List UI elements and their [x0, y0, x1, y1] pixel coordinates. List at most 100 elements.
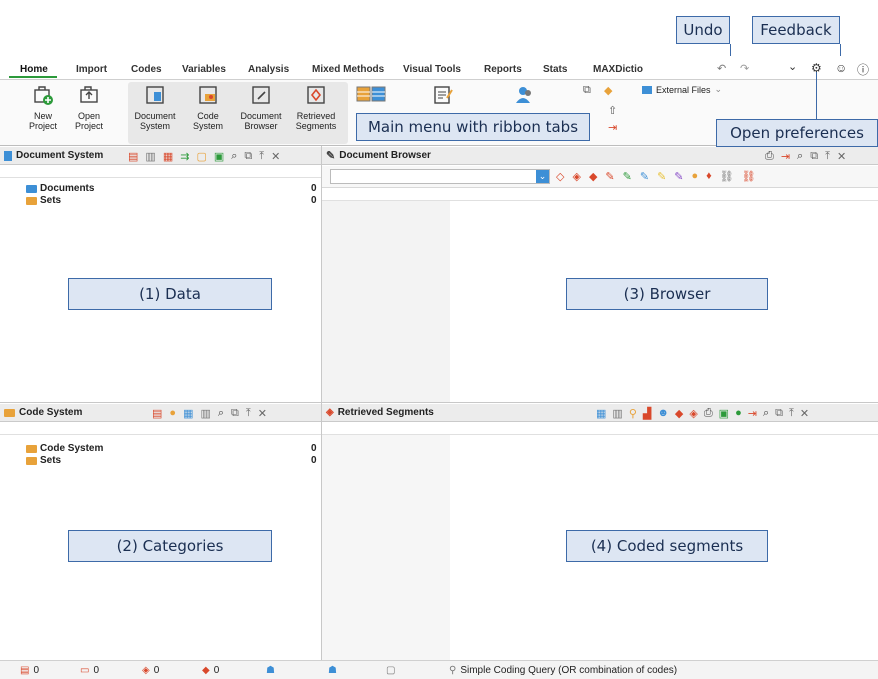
search-icon[interactable]: ⌕	[797, 150, 803, 163]
highlighter-yellow-icon[interactable]: ✎	[657, 170, 666, 183]
document-system-button[interactable]: Document System	[132, 84, 178, 131]
maximize-icon[interactable]: ⤒	[789, 407, 794, 420]
new-project-label-2: Project	[28, 121, 57, 131]
close-icon[interactable]: ✕	[258, 407, 267, 420]
help-icon[interactable]: ⓘ	[857, 61, 869, 78]
smiley-feedback-icon[interactable]: ☺	[835, 61, 847, 75]
maximize-icon[interactable]: ⤒	[259, 150, 264, 163]
unlink-icon[interactable]: ⛓	[742, 170, 756, 183]
code-multi-icon[interactable]: ◈	[689, 407, 697, 420]
people-icon[interactable]: ☻	[657, 407, 669, 420]
close-icon[interactable]: ✕	[800, 407, 809, 420]
merge-icon[interactable]: ◆	[604, 84, 612, 97]
new-code-icon[interactable]: ▤	[152, 407, 162, 420]
table-icon[interactable]: ▦	[596, 407, 606, 420]
tree-row-code-system[interactable]: Code System	[26, 443, 103, 454]
copy-doc-icon[interactable]: ▥	[145, 150, 155, 163]
link-icon[interactable]: ⛓	[720, 170, 734, 183]
tree-row-sets[interactable]: Sets	[26, 195, 61, 206]
status-doc-icon[interactable]: ▢	[386, 665, 395, 676]
code-list-icon[interactable]: ▦	[183, 407, 193, 420]
document-browser-margin	[322, 201, 450, 402]
globe-icon[interactable]: ●	[735, 407, 742, 420]
tree-row-label: Sets	[40, 455, 62, 466]
print-icon[interactable]: ⎙	[704, 407, 713, 420]
tree-row-label: Sets	[40, 195, 62, 206]
retrieved-segments-title: ◈ Retrieved Segments	[326, 407, 434, 418]
new-doc-icon[interactable]: ▤	[128, 150, 138, 163]
maximize-icon[interactable]: ⤒	[246, 407, 251, 420]
tab-import[interactable]: Import	[76, 64, 107, 75]
chevron-down-icon[interactable]: ⌄	[788, 60, 797, 73]
new-project-button[interactable]: New Project	[20, 84, 66, 131]
emoji-icon[interactable]: ●	[169, 407, 176, 420]
code-multi-icon[interactable]: ◆	[589, 170, 597, 183]
retrieved-segments-button[interactable]: Retrieved Segments	[293, 84, 339, 131]
highlighter-purple-icon[interactable]: ✎	[674, 170, 683, 183]
overview-tables-icon[interactable]	[356, 86, 386, 102]
tab-visual-tools[interactable]: Visual Tools	[403, 64, 461, 75]
status-user-icon-2[interactable]: ☗	[328, 665, 337, 676]
undock-icon[interactable]: ⧉	[810, 150, 818, 163]
redo-icon[interactable]: ↷	[740, 62, 749, 75]
tree-row-documents[interactable]: Documents	[26, 183, 94, 194]
print-icon[interactable]: ⎙	[765, 150, 774, 163]
tab-codes[interactable]: Codes	[131, 64, 162, 75]
undock-icon[interactable]: ⧉	[244, 150, 252, 163]
close-icon[interactable]: ✕	[837, 150, 846, 163]
copy-icon[interactable]: ⧉	[583, 84, 591, 97]
undo-icon[interactable]: ↶	[717, 62, 726, 75]
import-doc-icon[interactable]: ▦	[163, 150, 173, 163]
highlighter-red-icon[interactable]: ✎	[605, 170, 614, 183]
code-diamond-icon[interactable]: ◇	[556, 170, 564, 183]
status-codes-value: 0	[93, 665, 100, 676]
code-in-vivo-icon[interactable]: ◈	[572, 170, 580, 183]
code-set-icon[interactable]: ▥	[200, 407, 210, 420]
activate-icon[interactable]: ⇉	[180, 150, 189, 163]
memo-icon[interactable]	[432, 84, 454, 106]
code-system-button[interactable]: Code System	[185, 84, 231, 131]
search-icon[interactable]: ⌕	[218, 407, 224, 420]
horizontal-splitter[interactable]	[0, 402, 878, 403]
folder-icon	[26, 456, 37, 465]
maximize-icon[interactable]: ⤒	[825, 150, 830, 163]
document-browser-icon	[252, 86, 270, 104]
tree-row-code-sets[interactable]: Sets	[26, 455, 61, 466]
excel-icon[interactable]: ▣	[719, 407, 729, 420]
teamwork-icon[interactable]	[514, 84, 536, 106]
doc-group-icon[interactable]: ▣	[214, 150, 224, 163]
callout-coded-segments: (4) Coded segments	[566, 530, 768, 562]
tab-mixed-methods[interactable]: Mixed Methods	[312, 64, 384, 75]
exit-icon[interactable]: ⇥	[608, 121, 617, 134]
export-icon[interactable]: ⇧	[608, 104, 617, 117]
tab-variables[interactable]: Variables	[182, 64, 226, 75]
search-icon[interactable]: ⌕	[231, 150, 237, 163]
external-files-button[interactable]: External Files ⌄	[642, 84, 722, 95]
code-diamond-icon[interactable]: ◆	[675, 407, 683, 420]
undock-icon[interactable]: ⧉	[231, 407, 239, 420]
chart-icon[interactable]: ▟	[643, 407, 651, 420]
highlighter-green-icon[interactable]: ✎	[623, 170, 632, 183]
status-user-icon-1[interactable]: ☗	[266, 665, 275, 676]
open-project-button[interactable]: Open Project	[66, 84, 112, 131]
code-select-dropdown[interactable]: ⌄	[330, 169, 550, 184]
tab-reports[interactable]: Reports	[484, 64, 522, 75]
undock-icon[interactable]: ⧉	[775, 407, 783, 420]
symbol-code-icon[interactable]: ♦	[706, 170, 712, 183]
tab-stats[interactable]: Stats	[543, 64, 567, 75]
overview-icon[interactable]: ▥	[612, 407, 622, 420]
export-icon[interactable]: ⇥	[781, 150, 790, 163]
tab-home[interactable]: Home	[20, 64, 48, 75]
export-icon[interactable]: ⇥	[748, 407, 757, 420]
document-browser-button[interactable]: Document Browser	[238, 84, 284, 131]
highlighter-blue-icon[interactable]: ✎	[640, 170, 649, 183]
search-icon[interactable]: ⌕	[763, 407, 769, 420]
document-system-label-2: System	[139, 121, 170, 131]
tab-maxdictio[interactable]: MAXDictio	[593, 64, 643, 75]
close-icon[interactable]: ✕	[271, 150, 280, 163]
tab-analysis[interactable]: Analysis	[248, 64, 289, 75]
emoji-code-icon[interactable]: ●	[692, 170, 699, 183]
doc-set-icon[interactable]: ▢	[196, 150, 206, 163]
filter-icon[interactable]: ⚲	[629, 407, 637, 420]
status-query[interactable]: ⚲ Simple Coding Query (OR combination of…	[449, 665, 677, 676]
